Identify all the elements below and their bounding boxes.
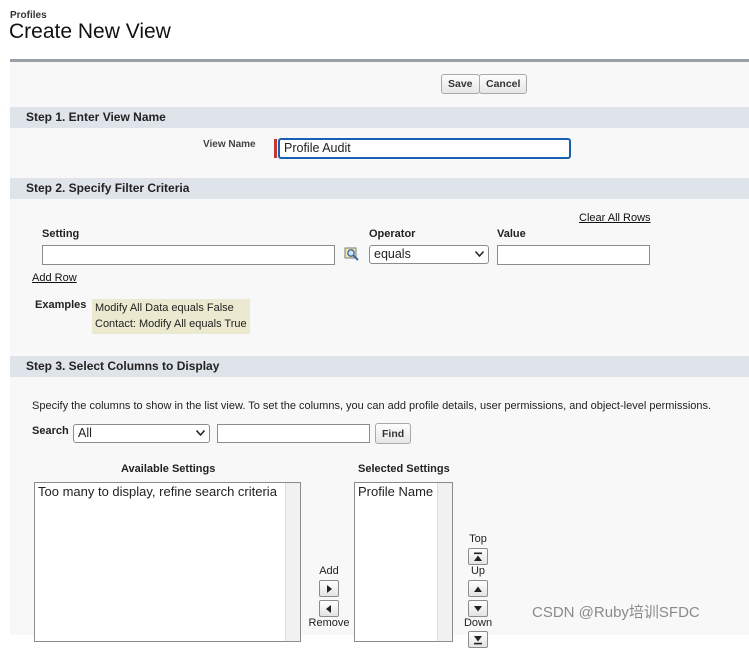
view-name-input[interactable]: Profile Audit — [278, 138, 571, 159]
lookup-icon[interactable] — [344, 246, 360, 262]
example-item: Contact: Modify All equals True — [95, 318, 247, 330]
operator-select[interactable]: equals — [369, 245, 489, 264]
search-category-select[interactable]: All — [73, 424, 210, 443]
scrollbar[interactable] — [285, 483, 300, 641]
value-input[interactable] — [497, 245, 650, 265]
step3-header: Step 3. Select Columns to Display — [10, 356, 749, 377]
page-title: Create New View — [9, 20, 171, 43]
list-item[interactable]: Too many to display, refine search crite… — [38, 484, 297, 500]
add-button[interactable] — [319, 580, 339, 597]
search-input[interactable] — [217, 424, 370, 443]
arrow-right-icon — [327, 585, 332, 593]
down-label: Down — [463, 617, 493, 629]
setting-label: Setting — [42, 228, 80, 240]
selected-settings-list[interactable]: Profile Name — [354, 482, 453, 642]
chevron-down-icon — [196, 430, 205, 436]
step1-header: Step 1. Enter View Name — [10, 107, 749, 128]
save-button[interactable]: Save — [441, 74, 480, 94]
move-top-button[interactable] — [468, 548, 488, 565]
up-label: Up — [470, 565, 486, 577]
arrow-down-icon — [474, 606, 482, 612]
arrow-bottom-icon — [474, 636, 482, 645]
scrollbar[interactable] — [437, 483, 452, 641]
add-row-link[interactable]: Add Row — [32, 272, 77, 284]
view-edit-panel: Save Cancel Step 1. Enter View Name View… — [10, 59, 749, 648]
required-marker — [274, 139, 277, 158]
move-up-button[interactable] — [468, 580, 488, 597]
operator-select-value: equals — [374, 247, 411, 261]
search-category-value: All — [78, 426, 92, 440]
setting-input[interactable] — [42, 245, 335, 265]
arrow-top-icon — [474, 552, 482, 561]
value-label: Value — [497, 228, 526, 240]
remove-label: Remove — [308, 617, 350, 629]
top-label: Top — [469, 533, 487, 545]
add-label: Add — [319, 565, 339, 577]
available-settings-list[interactable]: Too many to display, refine search crite… — [34, 482, 301, 642]
find-button[interactable]: Find — [375, 423, 412, 444]
watermark: CSDN @Ruby培训SFDC — [532, 604, 700, 621]
examples-box: Modify All Data equals False Contact: Mo… — [92, 299, 250, 334]
step3-description: Specify the columns to show in the list … — [32, 400, 712, 412]
cancel-button[interactable]: Cancel — [479, 74, 528, 94]
chevron-down-icon — [475, 251, 484, 257]
move-down-button[interactable] — [468, 600, 488, 617]
step2-header: Step 2. Specify Filter Criteria — [10, 178, 749, 199]
examples-label: Examples — [35, 299, 87, 311]
selected-settings-label: Selected Settings — [358, 463, 450, 475]
arrow-up-icon — [474, 586, 482, 592]
available-settings-label: Available Settings — [121, 463, 216, 475]
operator-label: Operator — [369, 228, 416, 240]
view-name-label: View Name — [203, 139, 256, 150]
move-bottom-button[interactable] — [468, 631, 488, 648]
arrow-left-icon — [326, 605, 331, 613]
example-item: Modify All Data equals False — [95, 302, 234, 314]
remove-button[interactable] — [319, 600, 339, 617]
list-item[interactable]: Profile Name — [358, 484, 449, 500]
clear-all-rows-link[interactable]: Clear All Rows — [579, 212, 651, 224]
search-label: Search — [32, 425, 69, 437]
